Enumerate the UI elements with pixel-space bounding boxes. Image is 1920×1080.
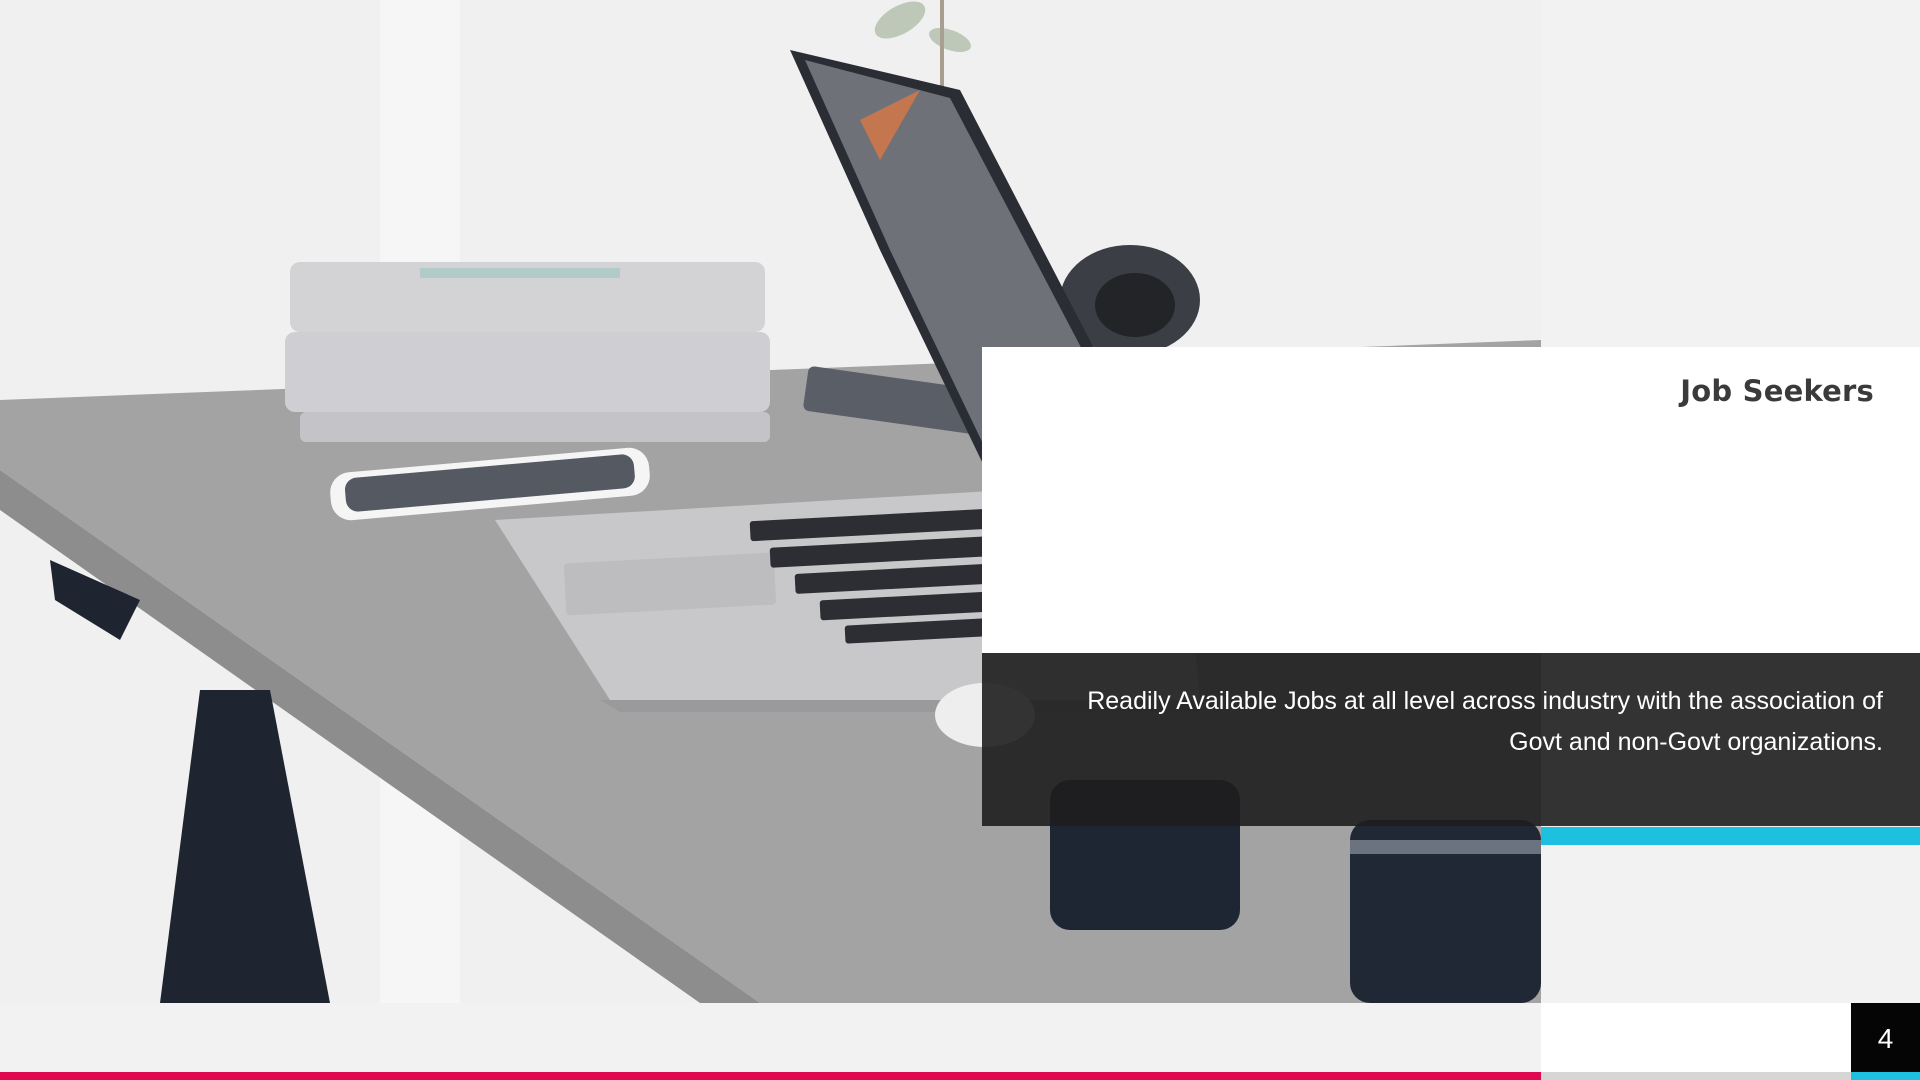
accent-bar-pink	[0, 1072, 1541, 1080]
title-card: Job Seekers	[982, 347, 1920, 653]
page-number: 4	[1851, 1003, 1920, 1075]
description-panel: Readily Available Jobs at all level acro…	[982, 653, 1920, 826]
footer-bar-gray	[1541, 1072, 1851, 1080]
books-stack	[285, 262, 770, 442]
accent-bar-cyan	[1541, 827, 1920, 845]
slide-title: Job Seekers	[1680, 374, 1874, 408]
footer-bar-cyan	[1851, 1072, 1920, 1080]
footer-spacer	[1541, 1003, 1851, 1075]
slide-description: Readily Available Jobs at all level acro…	[1087, 687, 1883, 756]
